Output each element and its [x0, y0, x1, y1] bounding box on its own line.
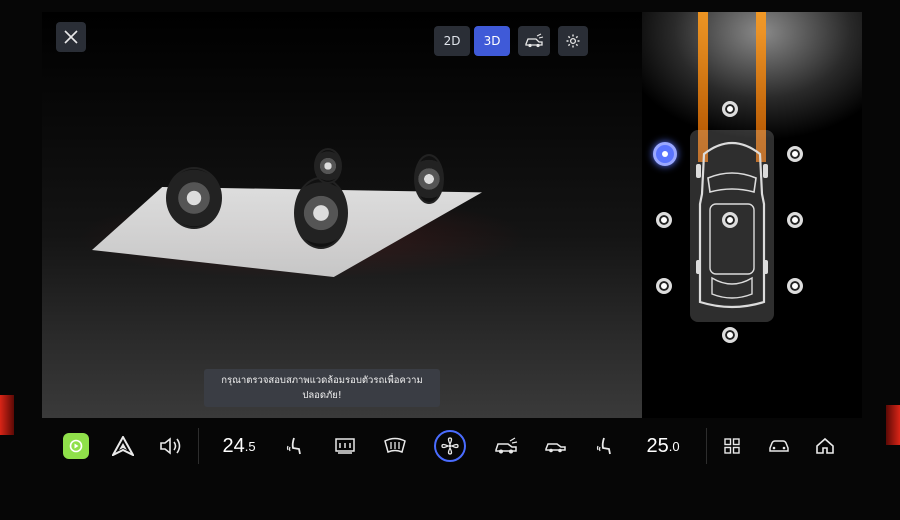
- close-button[interactable]: [56, 22, 86, 52]
- driver-temp-decimal: .5: [244, 438, 256, 454]
- android-auto-button[interactable]: [106, 420, 140, 472]
- seat-heat-icon: [286, 437, 301, 455]
- ambient-light-left: [0, 395, 14, 435]
- safety-warning-toast: กรุณาตรวจสอบสภาพแวดล้อมรอบตัวรถเพื่อความ…: [204, 369, 440, 407]
- car-view-button[interactable]: [518, 26, 550, 56]
- mode-2d-button[interactable]: 2D: [434, 26, 470, 56]
- mode-3d-button[interactable]: 3D: [474, 26, 510, 56]
- passenger-temperature[interactable]: 25.0: [638, 420, 688, 472]
- carplay-button[interactable]: [60, 420, 92, 472]
- camera-3d-view[interactable]: 2D 3D กรุณาตรวจสอบสภาพแวดล้อมรอบตัวรถเพื…: [42, 12, 642, 418]
- wheel-front-right: [414, 154, 444, 204]
- vehicle-button[interactable]: [762, 420, 796, 472]
- seat-heat-icon: [596, 437, 611, 455]
- android-auto-icon: [112, 436, 134, 456]
- apps-button[interactable]: [716, 420, 748, 472]
- car-view-icon: [525, 33, 544, 48]
- display-frame: 2D 3D กรุณาตรวจสอบสภาพแวดล้อมรอบตัวรถเพื…: [0, 0, 900, 520]
- front-defrost-icon: [384, 437, 406, 454]
- vehicle-icon: [769, 440, 789, 452]
- car-camera-button[interactable]: [488, 420, 524, 472]
- home-icon: [816, 437, 834, 454]
- camera-left-button[interactable]: [656, 212, 672, 228]
- dock-divider-right: [706, 428, 707, 464]
- camera-rear-button[interactable]: [722, 327, 738, 343]
- camera-rear-left-button[interactable]: [656, 278, 672, 294]
- camera-front-button[interactable]: [722, 101, 738, 117]
- wheel-front-left: [294, 177, 348, 249]
- surround-view-screen: 2D 3D กรุณาตรวจสอบสภาพแวดล้อมรอบตัวรถเพื…: [42, 12, 862, 418]
- camera-front-right-button[interactable]: [787, 146, 803, 162]
- passenger-temp-decimal: .0: [668, 438, 680, 454]
- camera-front-left-button[interactable]: [653, 142, 677, 166]
- camera-right-button[interactable]: [787, 212, 803, 228]
- front-defrost-button[interactable]: [378, 420, 412, 472]
- close-icon: [64, 30, 78, 44]
- volume-icon: [160, 437, 181, 455]
- wheel-rear-right: [314, 148, 342, 184]
- fan-icon: [441, 437, 459, 455]
- home-button[interactable]: [808, 420, 842, 472]
- toast-line-2: ปลอดภัย!: [302, 390, 342, 401]
- settings-button[interactable]: [558, 26, 588, 56]
- driver-seat-heat-button[interactable]: [280, 420, 310, 472]
- volume-button[interactable]: [152, 420, 192, 472]
- carplay-icon: [63, 433, 89, 459]
- fan-button[interactable]: [432, 420, 468, 472]
- camera-rear-right-button[interactable]: [787, 278, 803, 294]
- apps-grid-icon: [724, 438, 740, 454]
- ambient-light-right: [886, 405, 900, 445]
- passenger-temp-main: 25: [646, 434, 669, 457]
- driver-temp-main: 24: [222, 434, 245, 457]
- driver-temperature[interactable]: 24.5: [214, 420, 264, 472]
- toast-line-1: กรุณาตรวจสอบสภาพแวดล้อมรอบตัวรถเพื่อความ: [221, 375, 423, 386]
- gear-icon: [566, 34, 580, 48]
- camera-center-button[interactable]: [722, 212, 738, 228]
- rear-defrost-button[interactable]: [328, 420, 362, 472]
- dock-divider-left: [198, 428, 199, 464]
- passenger-seat-heat-button[interactable]: [590, 420, 620, 472]
- rear-defrost-icon: [335, 438, 355, 454]
- car-camera-icon: [495, 437, 518, 454]
- wheel-rear-left: [166, 167, 222, 229]
- car-lights-button[interactable]: [538, 420, 574, 472]
- climate-dock: 24.5 25.0: [42, 420, 862, 472]
- car-lights-icon: [545, 443, 566, 453]
